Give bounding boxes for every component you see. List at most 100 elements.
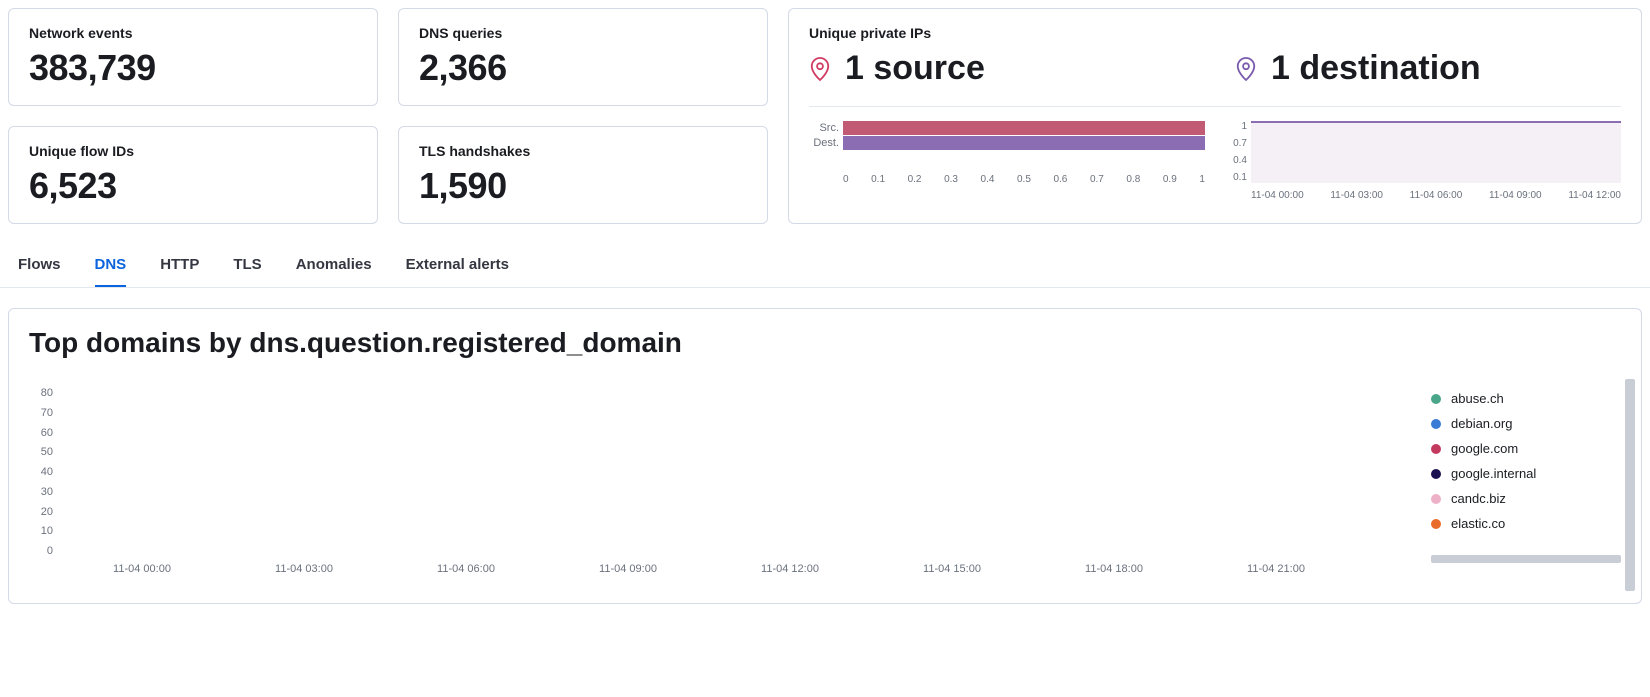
tab-external-alerts[interactable]: External alerts xyxy=(406,256,509,287)
legend-dot-icon xyxy=(1431,444,1441,454)
axis-tick: 0.9 xyxy=(1163,174,1177,185)
axis-tick: 1 xyxy=(1225,121,1247,132)
legend-label: elastic.co xyxy=(1451,516,1505,531)
axis-tick: 30 xyxy=(29,486,53,498)
tab-anomalies[interactable]: Anomalies xyxy=(296,256,372,287)
unique-private-ips-panel: Unique private IPs 1 source 1 destinatio… xyxy=(788,8,1642,224)
axis-tick: 11-04 03:00 xyxy=(1330,190,1383,201)
panel-scrollbar[interactable] xyxy=(1625,379,1635,591)
destination-count-text: 1 destination xyxy=(1271,49,1481,88)
axis-tick: 0.2 xyxy=(908,174,922,185)
axis-tick: 0.4 xyxy=(981,174,995,185)
axis-tick: 40 xyxy=(29,466,53,478)
legend-label: debian.org xyxy=(1451,416,1512,431)
hbar-x-axis: 0 0.1 0.2 0.3 0.4 0.5 0.6 0.7 0.8 0.9 1 xyxy=(843,174,1205,185)
chart-legend: abuse.ch debian.org google.com google.inter… xyxy=(1431,387,1621,563)
src-dest-bar-chart: Src. Dest. 0 0.1 0.2 0.3 0.4 0.5 0.6 0.7 0.8 0.9 1 xyxy=(809,121,1205,201)
axis-tick: 11-04 00:00 xyxy=(113,563,171,575)
metric-unique-flow-ids: Unique flow IDs 6,523 xyxy=(8,126,378,224)
map-pin-icon xyxy=(1235,56,1257,82)
axis-tick: 70 xyxy=(29,407,53,419)
axis-tick: 11-04 00:00 xyxy=(1251,190,1304,201)
axis-tick: 0.4 xyxy=(1225,155,1247,166)
hbar-y-labels: Src. Dest. xyxy=(809,121,839,151)
axis-tick: 80 xyxy=(29,387,53,399)
legend-item[interactable]: google.com xyxy=(1431,441,1621,456)
metric-tls-handshakes: TLS handshakes 1,590 xyxy=(398,126,768,224)
axis-tick: 0.7 xyxy=(1090,174,1104,185)
metric-value: 2,366 xyxy=(419,47,747,89)
legend-dot-icon xyxy=(1431,469,1441,479)
axis-tick: 1 xyxy=(1199,174,1205,185)
axis-tick: 0.3 xyxy=(944,174,958,185)
panel-title: Top domains by dns.question.registered_d… xyxy=(29,327,1621,359)
domains-chart: 80706050403020100 11-04 00:0011-04 03:00… xyxy=(29,387,1411,587)
metric-value: 6,523 xyxy=(29,165,357,207)
metric-title: TLS handshakes xyxy=(419,143,747,159)
tab-http[interactable]: HTTP xyxy=(160,256,199,287)
chart-x-axis: 11-04 00:00 11-04 03:00 11-04 06:00 11-04 0… xyxy=(61,563,1411,581)
legend-label: google.internal xyxy=(1451,466,1536,481)
summary-row: Network events 383,739 DNS queries 2,366… xyxy=(0,0,1650,232)
legend-item[interactable]: elastic.co xyxy=(1431,516,1621,531)
axis-tick: 11-04 06:00 xyxy=(437,563,495,575)
hbar-dest xyxy=(843,136,1205,150)
metric-title: Network events xyxy=(29,25,357,41)
axis-tick: 11-04 12:00 xyxy=(1568,190,1621,201)
mini-x-axis: 11-04 00:00 11-04 03:00 11-04 06:00 11-04 0… xyxy=(1251,190,1621,201)
destinations-area-chart: 10.70.40.1 11-04 00:0011-04 03:0011-04 0… xyxy=(1225,121,1621,201)
legend-item[interactable]: google.internal xyxy=(1431,466,1621,481)
tabs-bar: Flows DNS HTTP TLS Anomalies External alerts xyxy=(0,232,1650,288)
legend-label: candc.biz xyxy=(1451,491,1506,506)
axis-tick: 20 xyxy=(29,506,53,518)
map-pin-icon xyxy=(809,56,831,82)
legend-dot-icon xyxy=(1431,394,1441,404)
axis-tick: 11-04 12:00 xyxy=(761,563,819,575)
axis-tick: 0.1 xyxy=(871,174,885,185)
tab-dns[interactable]: DNS xyxy=(95,256,127,287)
legend-label: google.com xyxy=(1451,441,1518,456)
chart-plot-area xyxy=(61,387,1411,557)
metric-dns-queries: DNS queries 2,366 xyxy=(398,8,768,106)
axis-tick: 0 xyxy=(29,545,53,557)
hbar-src xyxy=(843,121,1205,135)
metric-value: 1,590 xyxy=(419,165,747,207)
panel-title: Unique private IPs xyxy=(809,25,1621,41)
hbar-src-label: Src. xyxy=(809,121,839,136)
axis-tick: 0.1 xyxy=(1225,172,1247,183)
tab-tls[interactable]: TLS xyxy=(233,256,261,287)
destination-count: 1 destination xyxy=(1235,49,1621,88)
axis-tick: 10 xyxy=(29,525,53,537)
chart-y-axis: 80706050403020100 xyxy=(29,387,53,557)
top-domains-panel: Top domains by dns.question.registered_d… xyxy=(8,308,1642,604)
legend-dot-icon xyxy=(1431,519,1441,529)
metric-network-events: Network events 383,739 xyxy=(8,8,378,106)
axis-tick: 0 xyxy=(843,174,849,185)
axis-tick: 0.7 xyxy=(1225,138,1247,149)
tab-flows[interactable]: Flows xyxy=(18,256,61,287)
axis-tick: 11-04 15:00 xyxy=(923,563,981,575)
axis-tick: 11-04 18:00 xyxy=(1085,563,1143,575)
legend-dot-icon xyxy=(1431,494,1441,504)
axis-tick: 11-04 09:00 xyxy=(599,563,657,575)
axis-tick: 11-04 21:00 xyxy=(1247,563,1305,575)
axis-tick: 60 xyxy=(29,427,53,439)
axis-tick: 11-04 06:00 xyxy=(1410,190,1463,201)
hbar-dest-label: Dest. xyxy=(809,136,839,151)
mini-y-axis: 1 0.7 0.4 0.1 xyxy=(1225,121,1247,183)
source-count: 1 source xyxy=(809,49,1195,88)
legend-item[interactable]: abuse.ch xyxy=(1431,391,1621,406)
legend-scrollbar[interactable] xyxy=(1431,555,1621,563)
axis-tick: 0.5 xyxy=(1017,174,1031,185)
legend-item[interactable]: debian.org xyxy=(1431,416,1621,431)
metrics-grid: Network events 383,739 DNS queries 2,366… xyxy=(8,8,768,224)
source-count-text: 1 source xyxy=(845,49,985,88)
axis-tick: 0.8 xyxy=(1126,174,1140,185)
metric-value: 383,739 xyxy=(29,47,357,89)
metric-title: DNS queries xyxy=(419,25,747,41)
legend-label: abuse.ch xyxy=(1451,391,1504,406)
legend-item[interactable]: candc.biz xyxy=(1431,491,1621,506)
axis-tick: 0.6 xyxy=(1053,174,1067,185)
axis-tick: 11-04 03:00 xyxy=(275,563,333,575)
axis-tick: 11-04 09:00 xyxy=(1489,190,1542,201)
